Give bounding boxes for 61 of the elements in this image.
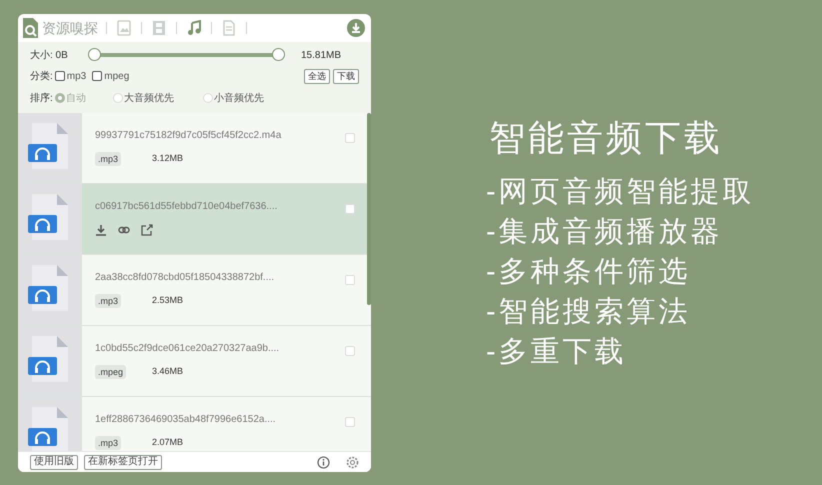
action-button[interactable]: 全选 xyxy=(304,68,330,84)
download-icon[interactable] xyxy=(95,224,107,236)
action-button[interactable]: 下载 xyxy=(333,68,359,84)
category-checkbox[interactable]: mp3 xyxy=(54,68,86,84)
file-name: 99937791c75182f9d7c05f5cf45f2cc2.m4a xyxy=(95,129,282,143)
sort-label: 排序: xyxy=(30,92,53,106)
audio-file-icon xyxy=(18,326,82,396)
size-min-label: 大小: 0B xyxy=(30,48,69,62)
row-checkbox[interactable] xyxy=(345,204,355,214)
feature-item: -网页音频智能提取 xyxy=(486,175,755,210)
size-range-slider[interactable] xyxy=(88,48,285,62)
row-checkbox[interactable] xyxy=(345,417,355,427)
film-icon xyxy=(151,20,167,36)
sort-radio[interactable]: 大音频优先 xyxy=(112,90,203,106)
format-tag: .mp3 xyxy=(95,294,122,308)
file-row[interactable]: 99937791c75182f9d7c05f5cf45f2cc2.m4a .mp3 3.12MB xyxy=(18,113,371,184)
file-name: 1eff2886736469035ab48f7996e6152a.... xyxy=(95,413,277,427)
share-icon[interactable] xyxy=(141,224,153,236)
music-note-icon xyxy=(186,20,202,36)
row-checkbox[interactable] xyxy=(345,346,355,356)
file-row[interactable]: 1eff2886736469035ab48f7996e6152a.... .mp3 2.07MB xyxy=(18,397,371,451)
media-tab[interactable] xyxy=(150,18,168,38)
file-row[interactable]: 2aa38cc8fd078cbd05f18504338872bf.... .mp3 2.53MB xyxy=(18,255,371,326)
row-checkbox[interactable] xyxy=(345,275,355,285)
audio-file-icon xyxy=(18,255,82,325)
feature-item: -智能搜索算法 xyxy=(486,295,692,330)
scrollbar[interactable] xyxy=(367,113,371,305)
footer-button[interactable]: 使用旧版 xyxy=(30,454,78,470)
file-size: 2.53MB xyxy=(152,294,184,308)
image-file-icon xyxy=(116,20,132,36)
link-icon[interactable] xyxy=(118,224,130,236)
file-name: 1c0bd55c2f9dce061ce20a270327aa9b.... xyxy=(95,342,280,356)
download-icon[interactable] xyxy=(347,19,365,37)
promo-title: 智能音频下载 xyxy=(489,118,724,158)
info-icon[interactable] xyxy=(317,456,330,468)
format-tag: .mp3 xyxy=(95,152,122,166)
category-checkbox[interactable]: mpeg xyxy=(92,68,130,84)
size-max-label: 15.81MB xyxy=(301,48,342,62)
app-title: 资源嗅探 xyxy=(42,18,98,38)
footer-button[interactable]: 在新标签页打开 xyxy=(84,454,162,470)
file-size: 3.46MB xyxy=(152,365,184,378)
file-size: 3.12MB xyxy=(152,152,184,166)
settings-icon[interactable] xyxy=(346,456,359,468)
file-name: 2aa38cc8fd078cbd05f18504338872bf.... xyxy=(95,271,276,285)
slider-thumb[interactable] xyxy=(88,48,101,61)
slider-thumb[interactable] xyxy=(272,48,285,61)
file-name: c06917bc561d55febbd710e04bef7636.... xyxy=(95,200,278,214)
category-label: 分类: xyxy=(30,70,53,84)
feature-item: -多种条件筛选 xyxy=(486,255,692,290)
feature-item: -多重下载 xyxy=(486,335,628,370)
media-tab[interactable] xyxy=(115,18,133,38)
sort-radio[interactable]: 小音频优先 xyxy=(202,90,283,106)
format-tag: .mp3 xyxy=(95,436,122,450)
audio-file-icon xyxy=(18,184,82,254)
magnifier-file-icon xyxy=(22,18,38,38)
document-icon xyxy=(221,20,237,36)
feature-item: -集成音频播放器 xyxy=(486,215,724,250)
file-size: 2.07MB xyxy=(152,436,184,450)
file-row[interactable]: 1c0bd55c2f9dce061ce20a270327aa9b.... .mpeg 3.46MB xyxy=(18,326,371,397)
format-tag: .mpeg xyxy=(95,365,126,379)
row-checkbox[interactable] xyxy=(345,133,355,143)
